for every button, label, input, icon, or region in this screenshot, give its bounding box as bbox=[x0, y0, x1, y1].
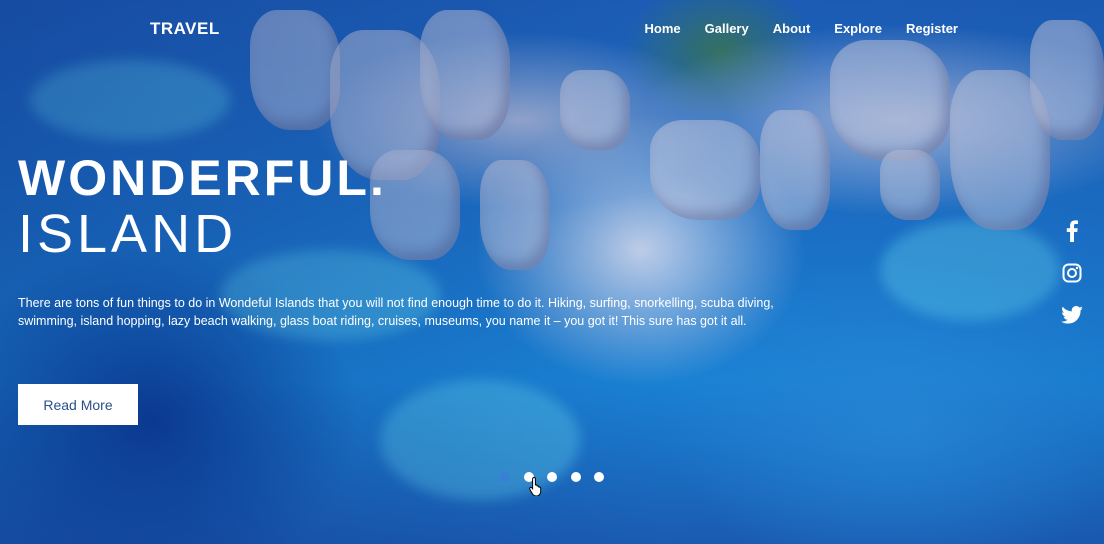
hero-title-line2: ISLAND bbox=[18, 204, 238, 264]
nav-item-home[interactable]: Home bbox=[645, 21, 681, 36]
nav-item-gallery[interactable]: Gallery bbox=[705, 21, 749, 36]
hand-cursor-icon bbox=[529, 476, 545, 501]
hero-title-line1: WONDERFUL. bbox=[18, 150, 387, 206]
nav-item-register[interactable]: Register bbox=[906, 21, 958, 36]
carousel-dots bbox=[500, 472, 618, 482]
carousel-dot-5[interactable] bbox=[594, 472, 604, 482]
carousel-dot-4[interactable] bbox=[570, 472, 581, 482]
brand-logo[interactable]: TRAVEL bbox=[150, 19, 220, 39]
hero-description: There are tons of fun things to do in Wo… bbox=[18, 296, 774, 328]
hero-background-image bbox=[0, 0, 1104, 544]
facebook-icon[interactable] bbox=[1060, 219, 1084, 243]
twitter-icon[interactable] bbox=[1060, 303, 1084, 327]
read-more-button[interactable]: Read More bbox=[18, 384, 138, 425]
nav-item-about[interactable]: About bbox=[773, 21, 811, 36]
carousel-dot-1[interactable] bbox=[500, 472, 510, 482]
instagram-icon[interactable] bbox=[1060, 261, 1084, 285]
carousel-dot-3[interactable] bbox=[547, 472, 557, 482]
nav-item-explore[interactable]: Explore bbox=[834, 21, 882, 36]
main-nav: Home Gallery About Explore Register bbox=[621, 21, 958, 36]
